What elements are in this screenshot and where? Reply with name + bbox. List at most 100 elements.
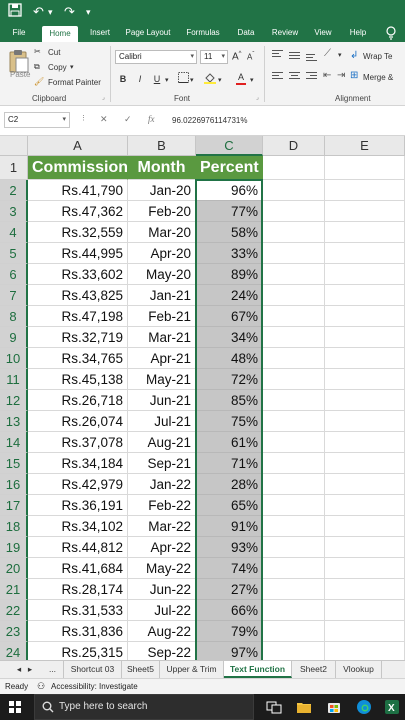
commission-cell[interactable]: Rs.47,198 [28, 306, 128, 327]
commission-cell[interactable]: Rs.34,102 [28, 516, 128, 537]
empty-cell[interactable] [325, 243, 405, 264]
column-header-b[interactable]: B [128, 136, 196, 156]
month-cell[interactable]: Jun-21 [128, 390, 196, 411]
percent-cell[interactable]: 75% [196, 411, 263, 432]
empty-cell[interactable] [263, 411, 325, 432]
column-header-e[interactable]: E [325, 136, 405, 156]
empty-cell[interactable] [325, 156, 405, 180]
merge-icon[interactable]: ⊞ [350, 70, 358, 81]
sheet-tab[interactable]: Vlookup [336, 661, 382, 678]
month-cell[interactable]: Apr-21 [128, 348, 196, 369]
align-right-icon[interactable] [306, 72, 317, 82]
row-header-9[interactable]: 9 [0, 327, 28, 348]
empty-cell[interactable] [263, 156, 325, 180]
row-header-7[interactable]: 7 [0, 285, 28, 306]
empty-cell[interactable] [325, 201, 405, 222]
percent-cell[interactable]: 34% [196, 327, 263, 348]
select-all-corner[interactable] [0, 136, 28, 156]
percent-cell[interactable]: 24% [196, 285, 263, 306]
customize-toolbar-icon[interactable]: ▾ [86, 3, 91, 21]
copy-icon[interactable]: ⧉ [34, 62, 40, 72]
decrease-indent-icon[interactable]: ⇤ [323, 70, 331, 81]
wrap-text-icon[interactable]: ↲ [350, 50, 358, 61]
empty-cell[interactable] [325, 264, 405, 285]
month-cell[interactable]: Sep-21 [128, 453, 196, 474]
undo-icon[interactable]: ↶ [33, 3, 44, 21]
commission-cell[interactable]: Rs.44,812 [28, 537, 128, 558]
copy-button[interactable]: Copy [48, 63, 67, 72]
empty-cell[interactable] [325, 453, 405, 474]
commission-cell[interactable]: Rs.41,790 [28, 180, 128, 201]
clipboard-launcher-icon[interactable]: ⌟ [102, 94, 105, 101]
month-cell[interactable]: Apr-22 [128, 537, 196, 558]
cut-icon[interactable]: ✂ [34, 47, 41, 56]
empty-cell[interactable] [325, 390, 405, 411]
sheet-tab[interactable]: Upper & Trim [160, 661, 224, 678]
row-header-16[interactable]: 16 [0, 474, 28, 495]
percent-cell[interactable]: 65% [196, 495, 263, 516]
empty-cell[interactable] [325, 285, 405, 306]
empty-cell[interactable] [263, 306, 325, 327]
month-cell[interactable]: Feb-20 [128, 201, 196, 222]
orientation-icon[interactable]: ⟋ [324, 48, 331, 59]
edge-browser-icon[interactable] [356, 699, 372, 715]
month-cell[interactable]: Jan-20 [128, 180, 196, 201]
row-header-5[interactable]: 5 [0, 243, 28, 264]
save-icon[interactable] [8, 3, 22, 21]
enter-icon[interactable]: ✓ [124, 114, 132, 125]
empty-cell[interactable] [263, 390, 325, 411]
empty-cell[interactable] [325, 474, 405, 495]
commission-cell[interactable]: Rs.26,718 [28, 390, 128, 411]
commission-cell[interactable]: Rs.44,995 [28, 243, 128, 264]
empty-cell[interactable] [263, 516, 325, 537]
cut-button[interactable]: Cut [48, 48, 60, 57]
empty-cell[interactable] [325, 306, 405, 327]
insert-function-button[interactable]: fx [148, 114, 155, 124]
percent-cell[interactable]: 89% [196, 264, 263, 285]
commission-cell[interactable]: Rs.34,765 [28, 348, 128, 369]
column-header-a[interactable]: A [28, 136, 128, 156]
column-header-d[interactable]: D [263, 136, 325, 156]
commission-cell[interactable]: Rs.32,719 [28, 327, 128, 348]
orientation-dropdown-icon[interactable]: ▾ [338, 51, 342, 59]
empty-cell[interactable] [325, 600, 405, 621]
percent-cell[interactable]: 66% [196, 600, 263, 621]
empty-cell[interactable] [325, 369, 405, 390]
sheet-tab[interactable]: Sheet2 [292, 661, 336, 678]
undo-dropdown-icon[interactable]: ▾ [48, 3, 53, 21]
row-header-8[interactable]: 8 [0, 306, 28, 327]
merge-center-button[interactable]: Merge & [363, 73, 393, 82]
align-middle-icon[interactable] [289, 52, 300, 62]
align-bottom-icon[interactable] [306, 54, 317, 64]
month-cell[interactable]: Apr-20 [128, 243, 196, 264]
worksheet-grid[interactable]: A B C D E 1 2 3 4 5 6 7 8 9 10 11 12 13 14 15 16 17 18 19 20 21 22… [0, 136, 405, 660]
empty-cell[interactable] [325, 327, 405, 348]
commission-cell[interactable]: Rs.42,979 [28, 474, 128, 495]
row-header-2[interactable]: 2 [0, 180, 28, 201]
percent-cell[interactable]: 67% [196, 306, 263, 327]
month-cell[interactable]: May-22 [128, 558, 196, 579]
empty-cell[interactable] [263, 285, 325, 306]
more-options-icon[interactable]: ⋮ [80, 114, 87, 122]
percent-cell[interactable]: 74% [196, 558, 263, 579]
empty-cell[interactable] [325, 411, 405, 432]
copy-dropdown-icon[interactable]: ▾ [70, 63, 74, 71]
percent-cell[interactable]: 97% [196, 642, 263, 660]
sheet-tab[interactable]: Sheet5 [122, 661, 160, 678]
fill-color-dropdown-icon[interactable]: ▾ [218, 76, 222, 84]
row-header-17[interactable]: 17 [0, 495, 28, 516]
empty-cell[interactable] [325, 432, 405, 453]
table-header-cell[interactable]: Commission [28, 156, 128, 180]
tab-file[interactable]: File [6, 24, 32, 42]
paste-button[interactable]: Paste [10, 70, 30, 79]
accessibility-status[interactable]: Accessibility: Investigate [51, 679, 138, 694]
empty-cell[interactable] [325, 495, 405, 516]
commission-cell[interactable]: Rs.32,559 [28, 222, 128, 243]
row-header-1[interactable]: 1 [0, 156, 28, 180]
tab-insert[interactable]: Insert [84, 24, 116, 42]
month-cell[interactable]: Sep-22 [128, 642, 196, 660]
month-cell[interactable]: Mar-22 [128, 516, 196, 537]
align-left-icon[interactable] [272, 72, 283, 82]
empty-cell[interactable] [325, 558, 405, 579]
tab-view[interactable]: View [309, 24, 337, 42]
